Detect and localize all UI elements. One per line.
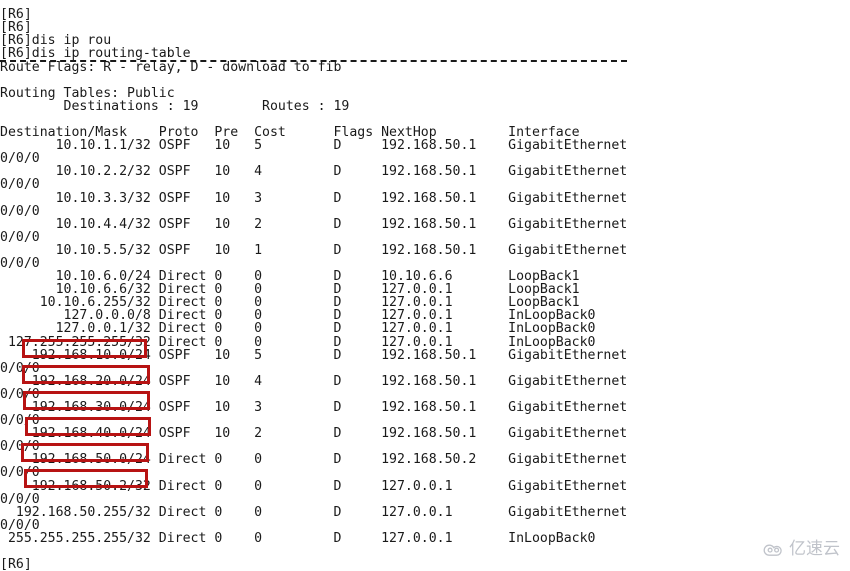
cloud-icon	[763, 542, 785, 557]
watermark: 亿速云	[763, 538, 840, 559]
watermark-text: 亿速云	[789, 538, 840, 559]
terminal-screenshot: [R6] [R6] [R6]dis ip rou [R6]dis ip rout…	[0, 0, 850, 571]
terminal-output[interactable]: [R6] [R6] [R6]dis ip rou [R6]dis ip rout…	[0, 8, 627, 571]
